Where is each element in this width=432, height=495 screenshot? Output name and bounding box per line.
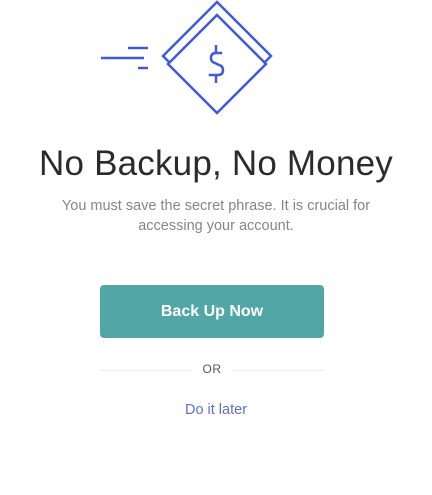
divider-line-right [234,370,324,371]
do-it-later-link[interactable]: Do it later [0,402,432,418]
divider-label: OR [202,362,222,376]
dollar-diamond-icon [101,0,273,115]
or-divider: OR [100,360,324,380]
back-up-now-button[interactable]: Back Up Now [100,285,324,338]
page-title: No Backup, No Money [39,144,393,183]
backup-illustration [0,0,432,125]
page-subtitle: You must save the secret phrase. It is c… [61,198,371,234]
